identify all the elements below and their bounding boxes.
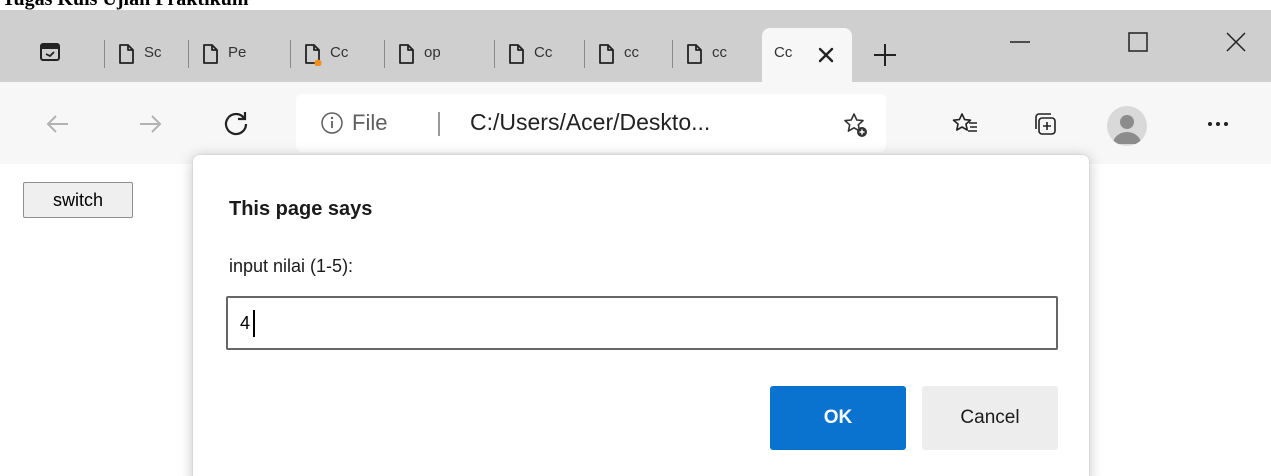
page-icon <box>399 44 414 64</box>
switch-button[interactable]: switch <box>23 182 133 218</box>
close-tab-icon[interactable] <box>814 43 838 67</box>
refresh-button[interactable] <box>216 104 256 144</box>
forward-button[interactable] <box>130 104 170 144</box>
tab-actions-icon <box>40 43 60 61</box>
tab-label: op <box>424 44 441 61</box>
tab-3[interactable]: op <box>384 32 468 74</box>
tab-separator <box>290 40 291 68</box>
page-icon-with-notification <box>305 44 322 66</box>
tab-label: Pe <box>228 44 247 61</box>
ok-button[interactable]: OK <box>770 386 906 450</box>
user-icon <box>1113 115 1141 144</box>
dialog-title: This page says <box>229 198 373 220</box>
tab-label: Cc <box>330 44 349 61</box>
add-favorite-icon[interactable] <box>842 111 870 139</box>
refresh-icon <box>224 112 248 136</box>
back-button[interactable] <box>38 104 78 144</box>
url-text[interactable]: C:/Users/Acer/Deskto... <box>470 109 710 136</box>
tab-label: cc <box>624 44 639 61</box>
tab-separator <box>104 40 105 68</box>
cancel-button[interactable]: Cancel <box>922 386 1058 450</box>
tab-7-active[interactable]: Cc <box>762 28 852 82</box>
profile-avatar[interactable] <box>1107 106 1147 146</box>
tab-bar: Sc Pe Cc op Cc cc cc Cc <box>0 10 1271 82</box>
favorites-icon <box>952 113 977 132</box>
tab-6[interactable]: cc <box>672 32 756 74</box>
more-icon <box>1208 122 1228 126</box>
minimize-icon <box>1010 41 1030 43</box>
browser-window: Tugas Kuis Ujian Praktikum Sc Pe Cc <box>0 0 1271 476</box>
maximize-icon <box>1128 32 1148 52</box>
page-icon <box>687 44 702 64</box>
tab-label: cc <box>712 44 727 61</box>
minimize-button[interactable] <box>1000 22 1040 62</box>
tab-label: Cc <box>534 44 553 61</box>
arrow-right-icon <box>140 115 162 133</box>
settings-more-button[interactable] <box>1198 104 1238 144</box>
new-tab-icon[interactable] <box>870 40 900 70</box>
page-icon <box>203 44 218 64</box>
tab-label: Cc <box>774 44 793 61</box>
text-caret <box>253 310 255 337</box>
url-scheme-label: File <box>352 110 388 135</box>
address-divider <box>438 112 440 136</box>
tab-separator <box>494 40 495 68</box>
info-icon[interactable] <box>320 111 344 135</box>
browser-toolbar: File C:/Users/Acer/Deskto... <box>0 82 1271 164</box>
document-heading: Tugas Kuis Ujian Praktikum <box>2 0 249 10</box>
close-window-button[interactable] <box>1216 22 1256 62</box>
collections-icon <box>1035 113 1056 135</box>
page-icon <box>509 44 524 64</box>
tab-separator <box>384 40 385 68</box>
arrow-left-icon <box>46 115 68 133</box>
prompt-input[interactable] <box>226 296 1058 350</box>
tab-separator <box>672 40 673 68</box>
collections-button[interactable] <box>1025 104 1065 144</box>
dialog-message: input nilai (1-5): <box>229 256 354 276</box>
favorites-button[interactable] <box>945 104 985 144</box>
tab-4[interactable]: Cc <box>494 32 578 74</box>
close-icon <box>1226 32 1246 52</box>
page-icon <box>599 44 614 64</box>
address-bar[interactable]: File C:/Users/Acer/Deskto... <box>296 94 886 152</box>
tab-1[interactable]: Pe <box>188 32 272 74</box>
maximize-button[interactable] <box>1118 22 1158 62</box>
page-icon <box>119 44 134 64</box>
tab-5[interactable]: cc <box>584 32 668 74</box>
prompt-dialog: This page says input nilai (1-5): OK Can… <box>193 155 1089 476</box>
tab-actions-button[interactable] <box>36 38 64 66</box>
document-heading-strip: Tugas Kuis Ujian Praktikum <box>0 0 1271 10</box>
tab-label: Sc <box>144 44 162 61</box>
tab-separator <box>188 40 189 68</box>
tab-0[interactable]: Sc <box>104 32 188 74</box>
tab-separator <box>584 40 585 68</box>
tab-2[interactable]: Cc <box>290 32 374 74</box>
